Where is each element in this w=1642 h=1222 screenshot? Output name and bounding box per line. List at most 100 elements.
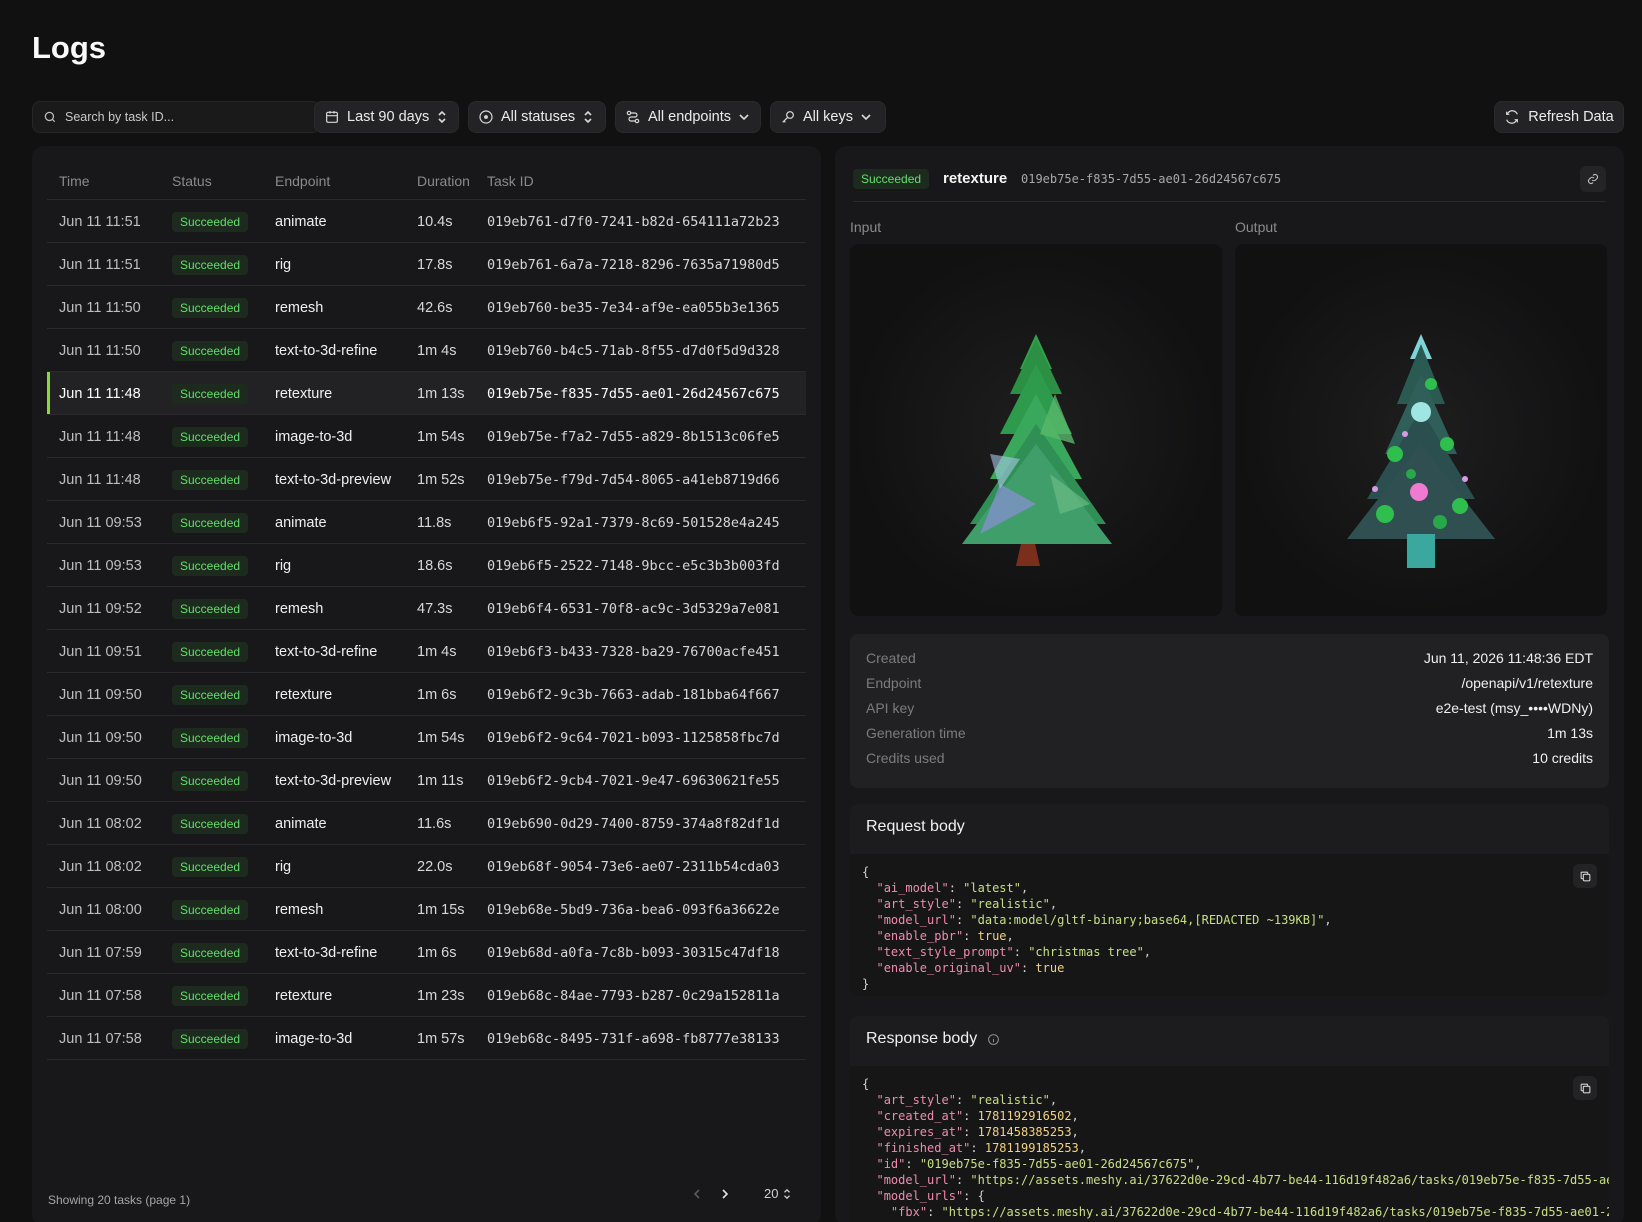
row-time: Jun 11 11:48: [59, 429, 141, 445]
table-row[interactable]: Jun 11 11:48 Succeeded text-to-3d-preview 1…: [47, 458, 806, 501]
code-line: "expires_at": 1781458385253,: [876, 1125, 1079, 1139]
row-duration: 1m 15s: [417, 902, 465, 918]
row-endpoint: retexture: [275, 386, 333, 402]
table-row[interactable]: Jun 11 08:02 Succeeded rig 22.0s 019eb68f-90…: [47, 845, 806, 888]
row-task-id: 019eb68d-a0fa-7c8b-b093-30315c47df18: [487, 945, 780, 961]
row-task-id: 019eb6f5-2522-7148-9bcc-e5c3b3b003fd: [487, 558, 780, 574]
table-row[interactable]: Jun 11 11:51 Succeeded rig 17.8s 019eb761-6a…: [47, 243, 806, 286]
code-line: "model_urls": {: [876, 1189, 985, 1203]
date-filter-label: Last 90 days: [347, 109, 430, 125]
prev-page-icon[interactable]: [692, 1188, 702, 1200]
row-status-badge: Succeeded: [172, 212, 249, 232]
table-row[interactable]: Jun 11 09:53 Succeeded rig 18.6s 019eb6f5-25…: [47, 544, 806, 587]
table-row[interactable]: Jun 11 11:48 Succeeded image-to-3d 1m 54s 01…: [47, 415, 806, 458]
input-preview-image[interactable]: [850, 244, 1222, 616]
row-duration: 22.0s: [417, 859, 453, 875]
row-task-id: 019eb6f5-92a1-7379-8c69-501528e4a245: [487, 515, 780, 531]
table-row[interactable]: Jun 11 09:50 Succeeded image-to-3d 1m 54s 01…: [47, 716, 806, 759]
row-endpoint: animate: [275, 816, 327, 832]
output-preview-image[interactable]: [1235, 244, 1607, 616]
status-badge: Succeeded: [853, 169, 930, 189]
table-row[interactable]: Jun 11 08:02 Succeeded animate 11.6s 019eb69…: [47, 802, 806, 845]
search-input[interactable]: [65, 110, 295, 124]
key-filter-label: All keys: [803, 109, 853, 125]
request-body-code: { "ai_model": "latest", "art_style": "re…: [850, 854, 1609, 996]
row-task-id: 019eb68c-8495-731f-a698-fb8777e38133: [487, 1031, 780, 1047]
next-page-icon[interactable]: [720, 1188, 730, 1200]
row-time: Jun 11 07:59: [59, 945, 142, 961]
date-filter[interactable]: Last 90 days: [314, 101, 459, 133]
request-body-card: Request body { "ai_model": "latest", "ar…: [850, 804, 1609, 996]
row-endpoint: image-to-3d: [275, 429, 353, 445]
row-task-id: 019eb75e-f7a2-7d55-a829-8b1513c06fe5: [487, 429, 780, 445]
row-task-id: 019eb6f2-9cb4-7021-9e47-69630621fe55: [487, 773, 780, 789]
row-endpoint: remesh: [275, 300, 324, 316]
row-duration: 1m 52s: [417, 472, 465, 488]
row-status-badge: Succeeded: [172, 1029, 249, 1049]
info-icon[interactable]: [987, 1033, 1000, 1046]
copy-icon[interactable]: [1573, 864, 1597, 888]
meta-row: Credits used 10 credits: [866, 750, 1593, 770]
column-header-duration: Duration: [417, 173, 470, 189]
status-filter[interactable]: All statuses: [468, 101, 606, 133]
row-duration: 1m 54s: [417, 429, 465, 445]
table-row[interactable]: Jun 11 07:59 Succeeded text-to-3d-refine 1m…: [47, 931, 806, 974]
meta-row: Generation time 1m 13s: [866, 725, 1593, 745]
row-task-id: 019eb760-be35-7e34-af9e-ea055b3e1365: [487, 300, 780, 316]
table-row[interactable]: Jun 11 11:51 Succeeded animate 10.4s 019eb76…: [47, 200, 806, 243]
row-endpoint: animate: [275, 515, 327, 531]
row-task-id: 019eb6f3-b433-7328-ba29-76700acfe451: [487, 644, 780, 660]
table-row[interactable]: Jun 11 09:53 Succeeded animate 11.8s 019eb6f…: [47, 501, 806, 544]
copy-icon[interactable]: [1573, 1076, 1597, 1100]
row-duration: 47.3s: [417, 601, 453, 617]
row-status-badge: Succeeded: [172, 771, 249, 791]
table-row[interactable]: Jun 11 09:50 Succeeded text-to-3d-preview 1…: [47, 759, 806, 802]
page-size-select[interactable]: 20: [764, 1186, 792, 1201]
table-row[interactable]: Jun 11 09:50 Succeeded retexture 1m 6s 019eb…: [47, 673, 806, 716]
key-filter[interactable]: All keys: [770, 101, 886, 133]
row-time: Jun 11 09:50: [59, 773, 142, 789]
table-row[interactable]: Jun 11 07:58 Succeeded image-to-3d 1m 57s 01…: [47, 1017, 806, 1060]
refresh-icon: [1504, 109, 1520, 125]
response-body-card: Response body { "art_style": "realistic"…: [850, 1016, 1609, 1222]
row-task-id: 019eb761-6a7a-7218-8296-7635a71980d5: [487, 257, 780, 273]
detail-endpoint: retexture: [943, 170, 1008, 187]
row-time: Jun 11 09:50: [59, 687, 142, 703]
table-row[interactable]: Jun 11 07:58 Succeeded retexture 1m 23s 019e…: [47, 974, 806, 1017]
row-status-badge: Succeeded: [172, 642, 249, 662]
row-endpoint: remesh: [275, 601, 324, 617]
search-icon: [43, 110, 57, 124]
row-duration: 42.6s: [417, 300, 453, 316]
endpoint-filter[interactable]: All endpoints: [615, 101, 761, 133]
row-status-badge: Succeeded: [172, 341, 249, 361]
row-status-badge: Succeeded: [172, 556, 249, 576]
row-duration: 1m 4s: [417, 343, 457, 359]
table-row[interactable]: Jun 11 08:00 Succeeded remesh 1m 15s 019eb68…: [47, 888, 806, 931]
table-row[interactable]: Jun 11 09:52 Succeeded remesh 47.3s 019eb6f4…: [47, 587, 806, 630]
chevron-updown-icon: [782, 1188, 792, 1200]
table-row[interactable]: Jun 11 11:50 Succeeded remesh 42.6s 019eb760…: [47, 286, 806, 329]
row-task-id: 019eb6f2-9c64-7021-b093-1125858fbc7d: [487, 730, 780, 746]
row-duration: 1m 11s: [417, 773, 464, 789]
row-endpoint: remesh: [275, 902, 324, 918]
table-row[interactable]: Jun 11 11:50 Succeeded text-to-3d-refine 1m…: [47, 329, 806, 372]
refresh-button[interactable]: Refresh Data: [1494, 101, 1624, 133]
row-status-badge: Succeeded: [172, 986, 249, 1006]
code-key: text_style_prompt: [883, 945, 1007, 959]
link-icon[interactable]: [1580, 166, 1606, 192]
row-endpoint: retexture: [275, 988, 333, 1004]
code-key: model_urls: [883, 1189, 956, 1203]
code-line: "enable_original_uv": true: [876, 961, 1065, 975]
row-task-id: 019eb6f4-6531-70f8-ac9c-3d5329a7e081: [487, 601, 780, 617]
meta-key: Endpoint: [866, 675, 922, 691]
row-time: Jun 11 09:52: [59, 601, 142, 617]
code-line: "enable_pbr": true,: [876, 929, 1014, 943]
table-row[interactable]: Jun 11 11:48 Succeeded retexture 1m 13s 019e…: [47, 372, 806, 415]
column-header-time: Time: [59, 173, 90, 189]
code-value: 1781199185253: [984, 1141, 1079, 1155]
task-detail-panel: Succeeded retexture 019eb75e-f835-7d55-a…: [835, 146, 1624, 1222]
table-row[interactable]: Jun 11 09:51 Succeeded text-to-3d-refine 1m…: [47, 630, 806, 673]
detail-header: Succeeded retexture 019eb75e-f835-7d55-a…: [853, 158, 1606, 202]
search-box[interactable]: [32, 101, 320, 133]
meta-key: Created: [866, 650, 916, 666]
